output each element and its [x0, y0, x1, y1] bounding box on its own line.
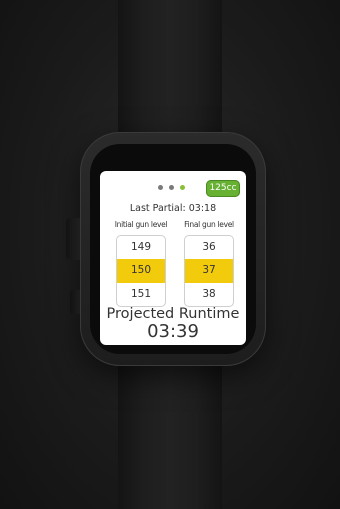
- watch-strap-top: [118, 0, 222, 150]
- picker-item[interactable]: 36: [185, 236, 233, 259]
- page-dot-2: [169, 184, 174, 190]
- last-partial-text: Last Partial: 03:18: [129, 203, 217, 214]
- picker-item-selected[interactable]: 150: [117, 259, 165, 283]
- picker-item[interactable]: 151: [117, 283, 165, 306]
- watch-screen: 125cc Last Partial: 03:18 Initial gun le…: [100, 171, 246, 345]
- side-button[interactable]: [70, 290, 80, 314]
- initial-gun-level-picker[interactable]: 149 150 151: [116, 235, 166, 307]
- projected-runtime-label: Projected Runtime: [106, 306, 240, 322]
- watch-strap-bottom: [118, 355, 222, 509]
- page-dot-1: [158, 184, 163, 190]
- final-gun-level-picker[interactable]: 36 37 38: [184, 235, 234, 307]
- initial-gun-level-label: Initial gun level: [114, 220, 168, 229]
- digital-crown[interactable]: [66, 218, 80, 260]
- picker-item-selected[interactable]: 37: [185, 259, 233, 283]
- picker-item[interactable]: 38: [185, 283, 233, 306]
- engine-size-badge[interactable]: 125cc: [206, 180, 240, 197]
- picker-item[interactable]: 149: [117, 236, 165, 259]
- page-indicator[interactable]: [158, 182, 192, 192]
- page-dot-3-active: [180, 184, 185, 190]
- projected-runtime-value: 03:39: [147, 321, 199, 342]
- final-gun-level-label: Final gun level: [184, 220, 234, 229]
